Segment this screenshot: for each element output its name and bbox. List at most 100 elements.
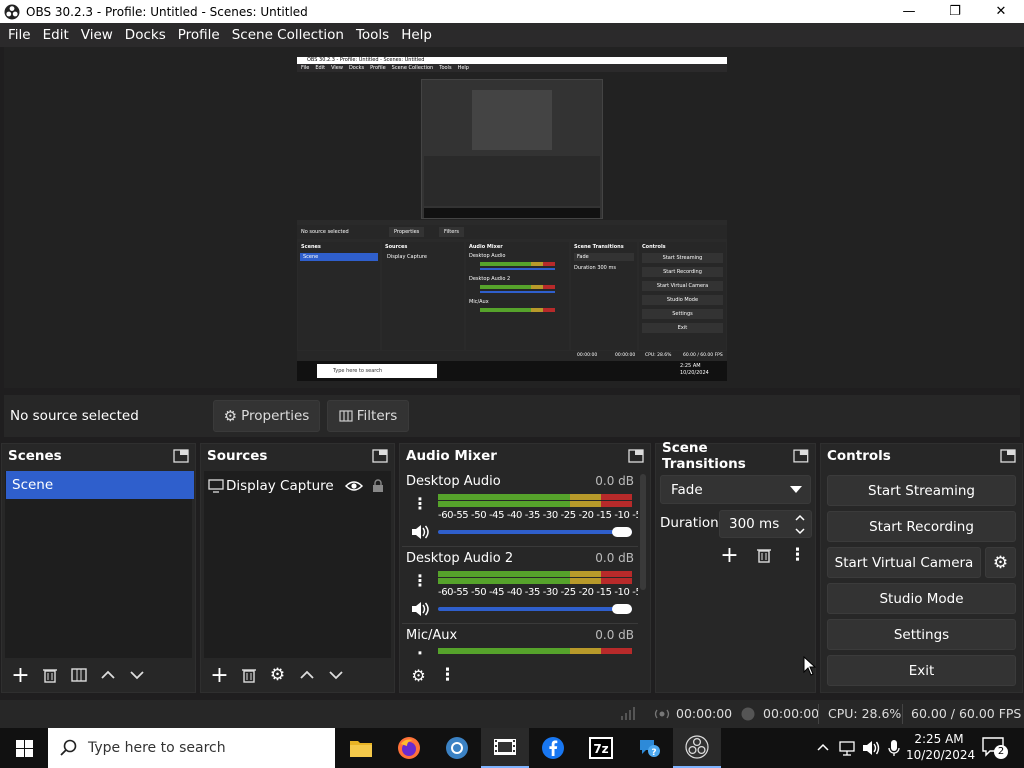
taskbar-obs[interactable]	[673, 728, 721, 768]
volume-icon[interactable]	[862, 740, 880, 756]
channel-menu-button[interactable]: ⋮	[412, 494, 428, 513]
volume-slider[interactable]	[438, 607, 632, 611]
transition-menu-button[interactable]: ⋮	[783, 541, 812, 569]
eye-icon[interactable]	[345, 479, 363, 493]
transition-select[interactable]: Fade	[660, 475, 811, 504]
move-source-up-button[interactable]	[292, 661, 321, 689]
fps-readout: 60.00 / 60.00 FPS	[911, 706, 1022, 721]
stream-status-icon	[654, 709, 670, 719]
add-source-button[interactable]: +	[205, 661, 234, 689]
network-icon[interactable]	[838, 740, 856, 756]
firefox-icon	[398, 737, 420, 759]
chevron-down-icon[interactable]	[795, 527, 805, 535]
menu-profile[interactable]: Profile	[172, 27, 226, 43]
settings-button[interactable]: Settings	[827, 619, 1016, 650]
filters-button[interactable]: Filters	[327, 400, 409, 432]
controls-title: Controls	[827, 448, 891, 464]
speaker-icon[interactable]	[410, 524, 430, 540]
start-streaming-button[interactable]: Start Streaming	[827, 475, 1016, 506]
undock-icon[interactable]	[173, 449, 189, 463]
nested-status-time2: 00:00:00	[615, 353, 636, 358]
taskbar-video-app[interactable]	[481, 728, 529, 768]
windows-taskbar: Type here to search 7z ? 2:25 AM 10/20/2…	[0, 728, 1024, 768]
scene-item[interactable]: Scene	[6, 471, 194, 499]
taskbar-firefox[interactable]	[385, 728, 433, 768]
menu-view[interactable]: View	[75, 27, 119, 43]
help-icon: ?	[640, 740, 660, 758]
nested-btn: Start Streaming	[642, 253, 723, 263]
maximize-button[interactable]: ❐	[932, 0, 978, 23]
channel-level: 0.0 dB	[595, 551, 634, 565]
menu-tools[interactable]: Tools	[350, 27, 395, 43]
menu-bar: File Edit View Docks Profile Scene Colle…	[0, 23, 1024, 47]
move-source-down-button[interactable]	[321, 661, 350, 689]
virtual-camera-settings-button[interactable]: ⚙	[985, 547, 1016, 578]
taskbar-browser[interactable]	[433, 728, 481, 768]
menu-edit[interactable]: Edit	[37, 27, 75, 43]
undock-icon[interactable]	[372, 449, 388, 463]
remove-transition-button[interactable]	[749, 541, 778, 569]
close-button[interactable]: ✕	[978, 0, 1024, 23]
taskbar-clock[interactable]: 2:25 AM 10/20/2024	[906, 731, 975, 763]
move-scene-down-button[interactable]	[122, 661, 151, 689]
move-scene-up-button[interactable]	[93, 661, 122, 689]
trash-icon	[42, 669, 57, 683]
scene-filters-button[interactable]	[64, 661, 93, 689]
taskbar-search[interactable]: Type here to search	[48, 728, 335, 768]
record-time: 00:00:00	[763, 706, 820, 721]
gears-icon: ⚙	[411, 665, 426, 685]
add-scene-button[interactable]: +	[6, 661, 35, 689]
volume-slider[interactable]	[438, 530, 632, 534]
taskbar-help-app[interactable]: ?	[625, 728, 673, 768]
studio-mode-button[interactable]: Studio Mode	[827, 583, 1016, 614]
start-recording-button[interactable]: Start Recording	[827, 511, 1016, 542]
nested-status-time1: 00:00:00	[577, 353, 598, 358]
channel-menu-button[interactable]: ⋮	[412, 648, 428, 657]
start-button[interactable]	[0, 728, 48, 768]
start-virtual-camera-button[interactable]: Start Virtual Camera	[827, 547, 981, 578]
lock-icon[interactable]	[372, 479, 384, 493]
menu-scene-collection[interactable]: Scene Collection	[226, 27, 350, 43]
filter-icon	[339, 410, 353, 422]
remove-scene-button[interactable]	[35, 661, 64, 689]
volume-slider-knob[interactable]	[612, 604, 632, 614]
undock-icon[interactable]	[628, 449, 644, 463]
status-bar: 00:00:00 00:00:00 CPU: 28.6% 60.00 / 60.…	[0, 700, 1024, 728]
add-transition-button[interactable]: +	[715, 541, 744, 569]
chevron-up-icon[interactable]	[795, 514, 805, 522]
volume-slider-knob[interactable]	[612, 527, 632, 537]
notification-center-button[interactable]: 2	[982, 737, 1008, 759]
menu-docks[interactable]: Docks	[119, 27, 172, 43]
nested-mixer-title: Audio Mixer	[469, 244, 503, 250]
channel-level: 0.0 dB	[595, 474, 634, 488]
nested-ch3: Mic/Aux	[469, 299, 489, 305]
nested-btn: Settings	[642, 309, 723, 319]
remove-source-button[interactable]	[234, 661, 263, 689]
channel-menu-button[interactable]: ⋮	[412, 570, 428, 590]
chevron-up-icon[interactable]	[817, 742, 829, 752]
undock-icon[interactable]	[793, 449, 809, 463]
source-properties-button[interactable]: ⚙	[263, 661, 292, 689]
menu-help[interactable]: Help	[395, 27, 438, 43]
advanced-audio-button[interactable]: ⚙	[404, 661, 433, 689]
taskbar-file-explorer[interactable]	[337, 728, 385, 768]
microphone-icon[interactable]	[888, 739, 900, 757]
level-meter	[438, 501, 632, 507]
source-item[interactable]: Display Capture	[208, 473, 390, 499]
filter-icon	[70, 668, 87, 682]
nested-menu-item: Docks	[348, 65, 365, 71]
undock-icon[interactable]	[1000, 449, 1016, 463]
mixer-menu-button[interactable]: ⋮	[433, 661, 462, 689]
taskbar-7zip[interactable]: 7z	[577, 728, 625, 768]
speaker-icon[interactable]	[410, 601, 430, 617]
properties-button[interactable]: ⚙ Properties	[213, 400, 320, 432]
exit-button[interactable]: Exit	[827, 655, 1016, 686]
nested-menu-bar: File Edit View Docks Profile Scene Colle…	[297, 64, 727, 72]
mixer-scrollbar[interactable]	[640, 474, 646, 590]
nested-search: Type here to search	[317, 364, 437, 378]
kebab-icon: ⋮	[412, 570, 428, 590]
duration-spinbox[interactable]: 300 ms	[719, 510, 812, 538]
menu-file[interactable]: File	[2, 27, 37, 43]
minimize-button[interactable]: —	[886, 0, 932, 23]
taskbar-facebook[interactable]	[529, 728, 577, 768]
